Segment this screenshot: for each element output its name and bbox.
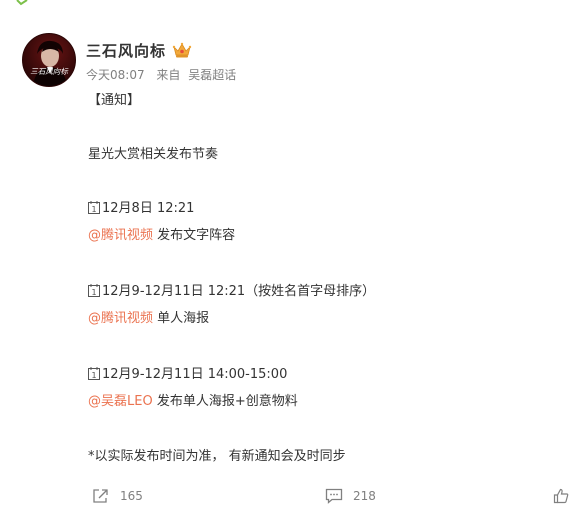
schedule-desc-text-2: 单人海报 xyxy=(153,311,210,326)
schedule-date-text-2: 12月9-12月11日 12:21（按姓名首字母排序） xyxy=(102,284,376,299)
notice-label: 【通知】 xyxy=(88,93,141,108)
share-icon xyxy=(93,489,108,503)
post-meta: 今天08:07 来自 吴磊超话 xyxy=(86,66,236,83)
comment-button[interactable]: 218 xyxy=(325,488,376,504)
like-icon xyxy=(553,488,569,504)
svg-text:1: 1 xyxy=(91,371,96,380)
schedule-date-text-1: 12月8日 12:21 xyxy=(102,201,195,216)
schedule-desc-2: @腾讯视频 单人海报 xyxy=(88,310,209,328)
schedule-date-3: 1 12月9-12月11日 14:00-15:00 xyxy=(88,366,287,384)
post-time[interactable]: 今天08:07 xyxy=(86,68,145,82)
source-link[interactable]: 吴磊超话 xyxy=(188,68,236,82)
schedule-date-1: 1 12月8日 12:21 xyxy=(88,200,194,218)
repost-button[interactable]: 165 xyxy=(92,488,143,504)
post-footnote: *以实际发布时间为准， 有新通知会及时同步 xyxy=(88,449,346,464)
author-name[interactable]: 三石风向标 xyxy=(86,40,166,61)
check-icon xyxy=(16,0,28,6)
repost-count: 165 xyxy=(120,489,143,503)
schedule-date-2: 1 12月9-12月11日 12:21（按姓名首字母排序） xyxy=(88,283,375,301)
calendar-icon: 1 xyxy=(88,284,100,297)
schedule-desc-text-3: 发布单人海报+创意物料 xyxy=(152,394,298,409)
calendar-icon: 1 xyxy=(88,367,100,380)
svg-text:1: 1 xyxy=(91,288,96,297)
like-button[interactable] xyxy=(553,488,569,504)
avatar[interactable]: 三石风向标 xyxy=(22,33,76,87)
schedule-desc-3: @吴磊LEO 发布单人海报+创意物料 xyxy=(88,393,298,411)
svg-text:1: 1 xyxy=(91,205,96,214)
post-headline: 星光大赏相关发布节奏 xyxy=(88,147,219,162)
schedule-date-text-3: 12月9-12月11日 14:00-15:00 xyxy=(102,367,288,382)
mention-link[interactable]: @腾讯视频 xyxy=(88,228,153,243)
comment-count: 218 xyxy=(353,489,376,503)
avatar-caption: 三石风向标 xyxy=(30,67,69,76)
source-prefix: 来自 xyxy=(156,68,181,82)
mention-link[interactable]: @腾讯视频 xyxy=(88,311,153,326)
mention-link[interactable]: @吴磊LEO xyxy=(88,394,153,409)
schedule-desc-1: @腾讯视频 发布文字阵容 xyxy=(88,227,235,245)
action-bar: 165 218 xyxy=(0,480,569,510)
comment-icon xyxy=(325,488,343,504)
crown-badge-icon[interactable] xyxy=(172,41,192,59)
calendar-icon: 1 xyxy=(88,201,100,214)
schedule-desc-text-1: 发布文字阵容 xyxy=(153,228,236,243)
